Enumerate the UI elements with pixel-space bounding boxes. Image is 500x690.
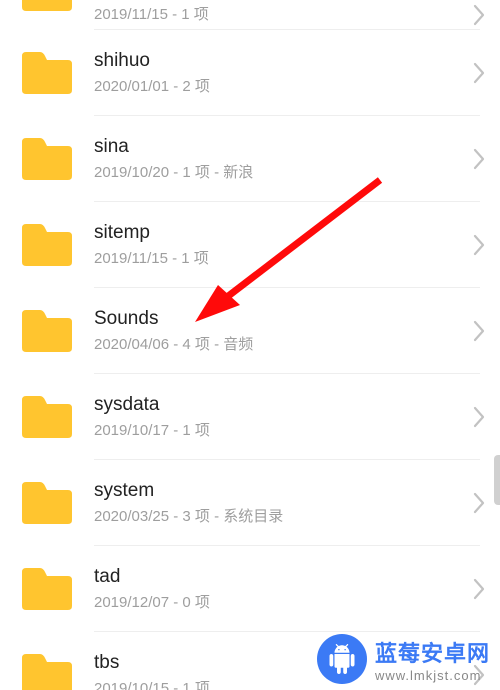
list-item-sounds[interactable]: Sounds 2020/04/06 - 4 项 - 音频: [0, 288, 500, 374]
watermark: 蓝莓安卓网 www.lmkjst.com: [317, 634, 490, 684]
folder-icon: [20, 566, 74, 612]
scrollbar-thumb[interactable]: [494, 455, 500, 505]
list-item-name: system: [94, 479, 460, 503]
folder-icon: [20, 50, 74, 96]
list-item-meta: 2020/04/06 - 4 项 - 音频: [94, 335, 460, 355]
list-item-text: Sounds 2020/04/06 - 4 项 - 音频: [94, 307, 500, 355]
list-item[interactable]: 2019/11/15 - 1 项: [0, 0, 500, 30]
watermark-name: 蓝莓安卓网: [375, 636, 490, 668]
folder-icon: [20, 308, 74, 354]
list-item-meta: 2019/11/15 - 1 项: [94, 249, 460, 269]
list-item-meta: 2020/01/01 - 2 项: [94, 77, 460, 97]
folder-list: 2019/11/15 - 1 项 shihuo 2020/01/01 - 2 项…: [0, 0, 500, 690]
folder-icon: [20, 652, 74, 690]
list-item-name: Sounds: [94, 307, 460, 331]
list-item[interactable]: system 2020/03/25 - 3 项 - 系统目录: [0, 460, 500, 546]
list-item-text: sysdata 2019/10/17 - 1 项: [94, 393, 500, 441]
chevron-right-icon: [472, 234, 486, 256]
list-item-text: system 2020/03/25 - 3 项 - 系统目录: [94, 479, 500, 527]
folder-icon: [20, 136, 74, 182]
folder-icon: [20, 480, 74, 526]
folder-icon: [20, 222, 74, 268]
list-item[interactable]: sitemp 2019/11/15 - 1 项: [0, 202, 500, 288]
android-icon: [317, 634, 367, 684]
chevron-right-icon: [472, 4, 486, 26]
list-item-name: sina: [94, 135, 460, 159]
list-item-text: sina 2019/10/20 - 1 项 - 新浪: [94, 135, 500, 183]
list-item-meta: 2019/10/20 - 1 项 - 新浪: [94, 163, 460, 183]
list-item-text: sitemp 2019/11/15 - 1 项: [94, 221, 500, 269]
list-item[interactable]: sysdata 2019/10/17 - 1 项: [0, 374, 500, 460]
list-item[interactable]: shihuo 2020/01/01 - 2 项: [0, 30, 500, 116]
list-item-name: sitemp: [94, 221, 460, 245]
chevron-right-icon: [472, 406, 486, 428]
watermark-url: www.lmkjst.com: [375, 668, 490, 683]
chevron-right-icon: [472, 148, 486, 170]
list-item-meta: 2019/10/17 - 1 项: [94, 421, 460, 441]
list-item-text: tad 2019/12/07 - 0 项: [94, 565, 500, 613]
list-item-name: tad: [94, 565, 460, 589]
folder-icon: [20, 394, 74, 440]
list-item[interactable]: sina 2019/10/20 - 1 项 - 新浪: [0, 116, 500, 202]
list-item-text: 2019/11/15 - 1 项: [94, 5, 500, 25]
list-item-meta: 2020/03/25 - 3 项 - 系统目录: [94, 507, 460, 527]
chevron-right-icon: [472, 492, 486, 514]
list-item-text: shihuo 2020/01/01 - 2 项: [94, 49, 500, 97]
list-item[interactable]: tad 2019/12/07 - 0 项: [0, 546, 500, 632]
list-item-name: shihuo: [94, 49, 460, 73]
list-item-meta: 2019/12/07 - 0 项: [94, 593, 460, 613]
chevron-right-icon: [472, 578, 486, 600]
folder-icon: [20, 0, 74, 13]
watermark-text: 蓝莓安卓网 www.lmkjst.com: [375, 636, 490, 683]
chevron-right-icon: [472, 320, 486, 342]
chevron-right-icon: [472, 62, 486, 84]
list-item-name: sysdata: [94, 393, 460, 417]
list-item-meta: 2019/11/15 - 1 项: [94, 5, 460, 25]
